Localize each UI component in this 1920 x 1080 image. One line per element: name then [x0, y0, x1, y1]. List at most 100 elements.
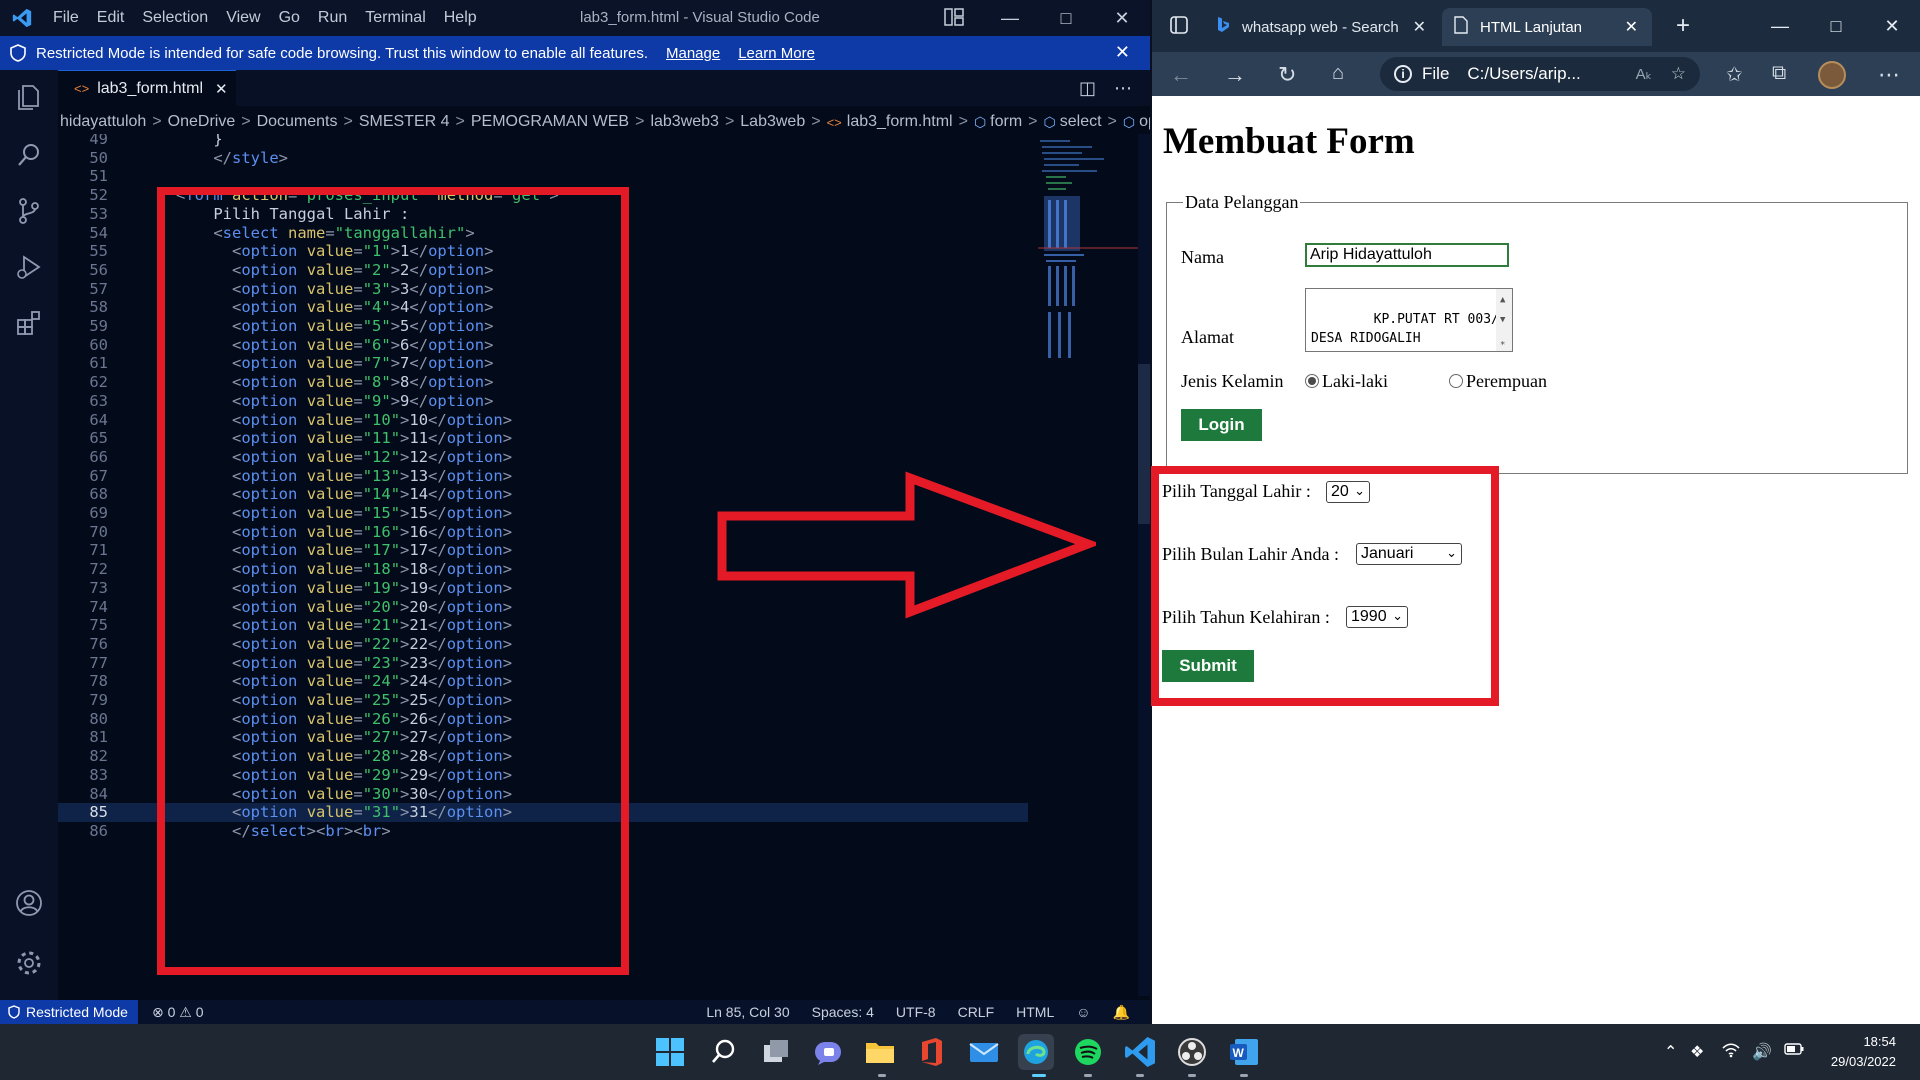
breadcrumb-separator-icon: >: [635, 113, 645, 130]
system-clock[interactable]: 18:54 29/03/2022: [1831, 1032, 1896, 1072]
menu-item-help[interactable]: Help: [435, 9, 486, 27]
home-icon[interactable]: ⌂: [1332, 62, 1344, 85]
status-problems[interactable]: ⊗ 0 ⚠ 0: [152, 1004, 204, 1021]
menu-item-edit[interactable]: Edit: [88, 9, 134, 27]
office-icon[interactable]: [914, 1034, 950, 1070]
vscode-icon[interactable]: [1122, 1034, 1158, 1070]
code-line[interactable]: 49 }: [58, 134, 1028, 149]
breadcrumb-item[interactable]: Documents: [257, 113, 338, 131]
breadcrumb-item[interactable]: select: [1060, 113, 1102, 131]
manage-link[interactable]: Manage: [666, 45, 720, 62]
edge-icon[interactable]: [1018, 1034, 1054, 1070]
volume-icon[interactable]: 🔊: [1752, 1042, 1772, 1062]
breadcrumb-item[interactable]: option: [1139, 113, 1150, 131]
add-favorite-icon[interactable]: ☆: [1671, 64, 1686, 84]
back-icon[interactable]: ←: [1170, 62, 1192, 88]
spotify-icon[interactable]: [1070, 1034, 1106, 1070]
layout-icon[interactable]: [944, 8, 964, 26]
tab-whatsapp-search[interactable]: whatsapp web - Search ✕: [1204, 8, 1440, 46]
breadcrumb-item[interactable]: hidayattuloh: [60, 113, 146, 131]
settings-more-icon[interactable]: ⋯: [1878, 62, 1900, 88]
maximize-icon[interactable]: □: [1038, 0, 1094, 36]
status-eol[interactable]: CRLF: [958, 1004, 995, 1020]
radio-laki-laki[interactable]: [1305, 374, 1319, 388]
favorites-icon[interactable]: ✩: [1726, 62, 1743, 87]
info-icon[interactable]: i: [1394, 65, 1412, 83]
status-language[interactable]: HTML: [1016, 1004, 1054, 1020]
maximize-icon[interactable]: □: [1808, 0, 1864, 52]
tab-actions-icon[interactable]: [1170, 16, 1188, 38]
menu-item-view[interactable]: View: [217, 9, 269, 27]
close-icon[interactable]: ✕: [1864, 0, 1920, 52]
word-icon[interactable]: W: [1226, 1034, 1262, 1070]
minimize-icon[interactable]: —: [982, 0, 1038, 36]
status-indentation[interactable]: Spaces: 4: [812, 1004, 874, 1020]
breadcrumb-item[interactable]: lab3_form.html: [847, 113, 953, 131]
menu-item-selection[interactable]: Selection: [133, 9, 217, 27]
tab-lab3-form[interactable]: <> lab3_form.html ✕: [58, 70, 236, 106]
profile-avatar[interactable]: [1818, 61, 1846, 89]
settings-gear-icon[interactable]: [14, 948, 44, 978]
editor-scrollbar[interactable]: [1138, 134, 1150, 996]
extensions-icon[interactable]: [14, 308, 44, 338]
breadcrumb-item[interactable]: PEMOGRAMAN WEB: [471, 113, 629, 131]
login-button[interactable]: Login: [1181, 409, 1262, 441]
mail-icon[interactable]: [966, 1034, 1002, 1070]
menu-item-terminal[interactable]: Terminal: [356, 9, 434, 27]
notifications-bell-icon[interactable]: 🔔: [1113, 1004, 1130, 1021]
minimize-icon[interactable]: —: [1752, 0, 1808, 52]
textarea-scrollbar[interactable]: ▲ ▼ ∗: [1496, 289, 1512, 351]
breadcrumb-item[interactable]: form: [990, 113, 1022, 131]
new-tab-icon[interactable]: +: [1676, 12, 1690, 40]
menu-item-run[interactable]: Run: [309, 9, 356, 27]
search-icon[interactable]: [706, 1034, 742, 1070]
task-view-icon[interactable]: [758, 1034, 794, 1070]
menu-item-go[interactable]: Go: [270, 9, 309, 27]
obs-icon[interactable]: [1174, 1034, 1210, 1070]
file-explorer-icon[interactable]: [862, 1034, 898, 1070]
status-cursor-position[interactable]: Ln 85, Col 30: [706, 1004, 789, 1020]
dropbox-icon[interactable]: ❖: [1690, 1042, 1704, 1062]
restricted-banner-text: Restricted Mode is intended for safe cod…: [36, 44, 648, 62]
search-icon[interactable]: [14, 140, 44, 170]
address-bar[interactable]: i File C:/Users/arip... Aₖ ☆: [1380, 57, 1700, 91]
more-actions-icon[interactable]: ⋯: [1114, 78, 1132, 99]
close-icon[interactable]: ✕: [1094, 0, 1150, 36]
teams-chat-icon[interactable]: [810, 1034, 846, 1070]
code-line[interactable]: 51: [58, 167, 1028, 186]
feedback-icon[interactable]: ☺: [1076, 1004, 1090, 1020]
tray-expand-icon[interactable]: ⌃: [1664, 1042, 1677, 1062]
split-editor-icon[interactable]: ◫: [1079, 78, 1096, 99]
close-banner-icon[interactable]: ✕: [1115, 42, 1130, 63]
minimap[interactable]: [1038, 134, 1138, 434]
wifi-icon[interactable]: [1722, 1042, 1740, 1063]
forward-icon[interactable]: →: [1224, 62, 1246, 88]
alamat-textarea[interactable]: KP.PUTAT RT 003/003 DESA RIDOGALIH CIBAR…: [1305, 288, 1513, 352]
breadcrumb-item[interactable]: OneDrive: [168, 113, 236, 131]
radio-perempuan[interactable]: [1449, 374, 1463, 388]
line-number: 70: [89, 522, 108, 541]
windows-start-icon[interactable]: [652, 1034, 688, 1070]
refresh-icon[interactable]: ↻: [1278, 62, 1296, 88]
nama-input[interactable]: Arip Hidayattuloh: [1305, 243, 1509, 267]
close-tab-icon[interactable]: ✕: [215, 80, 228, 98]
learn-more-link[interactable]: Learn More: [738, 45, 815, 62]
breadcrumb-item[interactable]: SMESTER 4: [359, 113, 450, 131]
code-line[interactable]: 50 </style>: [58, 149, 1028, 168]
source-control-icon[interactable]: [14, 196, 44, 226]
run-debug-icon[interactable]: [14, 252, 44, 282]
battery-icon[interactable]: [1784, 1042, 1804, 1060]
status-encoding[interactable]: UTF-8: [896, 1004, 936, 1020]
line-number: 56: [89, 260, 108, 279]
read-aloud-icon[interactable]: Aₖ: [1636, 65, 1652, 83]
breadcrumb-item[interactable]: lab3web3: [650, 113, 719, 131]
collections-icon[interactable]: ⧉: [1772, 62, 1786, 85]
tab-html-lanjutan[interactable]: HTML Lanjutan ✕: [1442, 8, 1652, 46]
menu-item-file[interactable]: File: [44, 9, 88, 27]
accounts-icon[interactable]: [14, 888, 44, 918]
status-restricted-mode[interactable]: Restricted Mode: [0, 1000, 138, 1024]
close-tab-icon[interactable]: ✕: [1413, 17, 1426, 37]
breadcrumb-item[interactable]: Lab3web: [740, 113, 805, 131]
explorer-icon[interactable]: [14, 82, 44, 112]
close-tab-icon[interactable]: ✕: [1625, 17, 1638, 37]
